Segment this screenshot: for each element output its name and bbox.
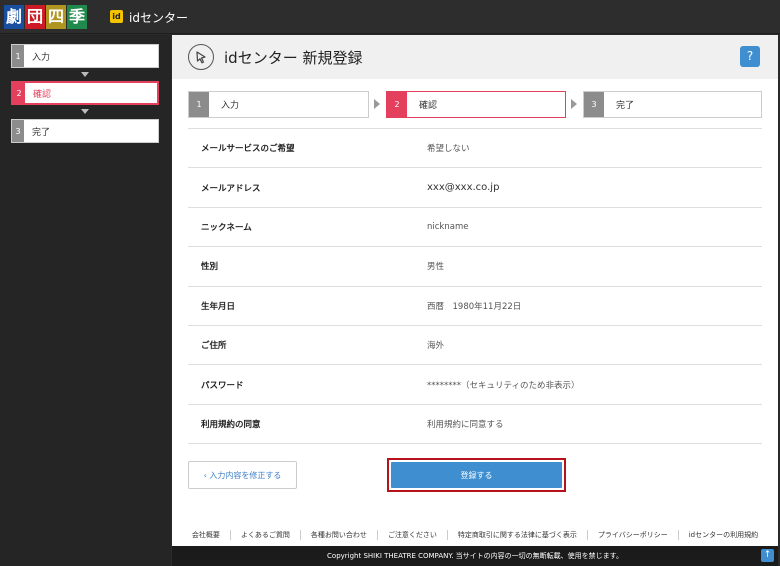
arrow-up-icon[interactable]: ↑: [761, 549, 774, 562]
submit-highlight: 登録する: [387, 458, 566, 492]
row-value: 海外: [427, 341, 445, 352]
chevron-right-icon: [571, 99, 577, 109]
table-row: 性別 男性: [188, 247, 762, 287]
footer-link-commerce-law[interactable]: 特定商取引に関する法律に基づく表示: [448, 530, 588, 540]
page-title: idセンター 新規登録: [224, 49, 363, 67]
logo-char-3: 四: [46, 5, 66, 29]
table-row: メールアドレス xxx@xxx.co.jp: [188, 168, 762, 208]
progress-step-input: 1 入力: [188, 91, 369, 118]
row-key: ご住所: [201, 341, 227, 352]
logo-char-4: 季: [67, 5, 87, 29]
table-row: ご住所 海外: [188, 326, 762, 366]
register-button[interactable]: 登録する: [391, 462, 562, 488]
table-row: 利用規約の同意 利用規約に同意する: [188, 405, 762, 445]
footer-links: 会社概要 よくあるご質問 各種お問い合わせ ご注意ください 特定商取引に関する法…: [172, 528, 778, 542]
step-label: 完了: [616, 101, 635, 111]
table-row: メールサービスのご希望 希望しない: [188, 129, 762, 169]
row-value: 利用規約に同意する: [427, 419, 504, 430]
row-key: パスワード: [201, 380, 244, 391]
hand-pointer-icon: [188, 44, 214, 70]
table-row: 生年月日 西暦 1980年11月22日: [188, 287, 762, 326]
step-label: 完了: [32, 127, 51, 138]
chevron-down-icon: [81, 109, 89, 114]
table-row: ニックネーム nickname: [188, 208, 762, 248]
step-label: 入力: [32, 52, 51, 63]
progress-step-confirm: 2 確認: [386, 91, 566, 118]
shiki-logo[interactable]: 劇 団 四 季: [4, 5, 88, 29]
table-row: パスワード ********（セキュリティのため非表示）: [188, 365, 762, 405]
top-bar: 劇 団 四 季 id idセンター: [0, 0, 780, 34]
step-number: 2: [13, 83, 25, 103]
chevron-right-icon: [374, 99, 380, 109]
footer-link-company[interactable]: 会社概要: [182, 530, 231, 540]
row-key: メールアドレス: [201, 183, 261, 194]
confirmation-table: メールサービスのご希望 希望しない メールアドレス xxx@xxx.co.jp …: [188, 128, 762, 445]
step-label: 入力: [221, 101, 240, 111]
step-number: 2: [387, 92, 407, 117]
footer-link-contact[interactable]: 各種お問い合わせ: [301, 530, 378, 540]
app-title[interactable]: idセンター: [129, 9, 188, 26]
row-key: 性別: [201, 262, 219, 273]
main-panel: idセンター 新規登録 ? 1 入力 2 確認 3 完了 メールサービスのご希望…: [172, 35, 778, 566]
row-key: 生年月日: [201, 301, 236, 312]
chevron-down-icon: [81, 72, 89, 77]
footer-link-caution[interactable]: ご注意ください: [378, 530, 448, 540]
step-label: 確認: [33, 89, 52, 100]
row-value: nickname: [427, 221, 469, 232]
logo-char-2: 団: [25, 5, 45, 29]
row-value: 西暦 1980年11月22日: [427, 301, 522, 312]
step-label: 確認: [419, 101, 438, 111]
footer-link-faq[interactable]: よくあるご質問: [231, 530, 301, 540]
copyright-bar: Copyright SHIKI THEATRE COMPANY. 当サイトの内容…: [172, 546, 778, 566]
step-number: 1: [12, 45, 24, 67]
row-value: 希望しない: [427, 144, 470, 155]
footer-link-privacy[interactable]: プライバシーポリシー: [588, 530, 679, 540]
step-number: 3: [584, 92, 604, 117]
footer-link-terms[interactable]: idセンターの利用規約: [679, 530, 768, 540]
sidebar-step-confirm: 2 確認: [11, 81, 159, 105]
page-header: idセンター 新規登録 ?: [172, 35, 778, 79]
row-value: xxx@xxx.co.jp: [427, 182, 500, 194]
logo-char-1: 劇: [4, 5, 24, 29]
row-value: ********（セキュリティのため非表示）: [427, 380, 580, 391]
help-button[interactable]: ?: [740, 46, 760, 67]
row-key: ニックネーム: [201, 222, 252, 233]
progress-step-complete: 3 完了: [583, 91, 762, 118]
sidebar-steps: 1 入力 2 確認 3 完了: [0, 35, 171, 566]
step-number: 1: [189, 92, 209, 117]
row-key: 利用規約の同意: [201, 419, 261, 430]
edit-input-button[interactable]: ‹ 入力内容を修正する: [188, 461, 297, 489]
id-badge-icon: id: [110, 10, 123, 23]
sidebar-step-complete: 3 完了: [11, 119, 159, 143]
sidebar-step-input: 1 入力: [11, 44, 159, 68]
row-value: 男性: [427, 262, 445, 273]
step-number: 3: [12, 120, 24, 142]
row-key: メールサービスのご希望: [201, 144, 295, 155]
